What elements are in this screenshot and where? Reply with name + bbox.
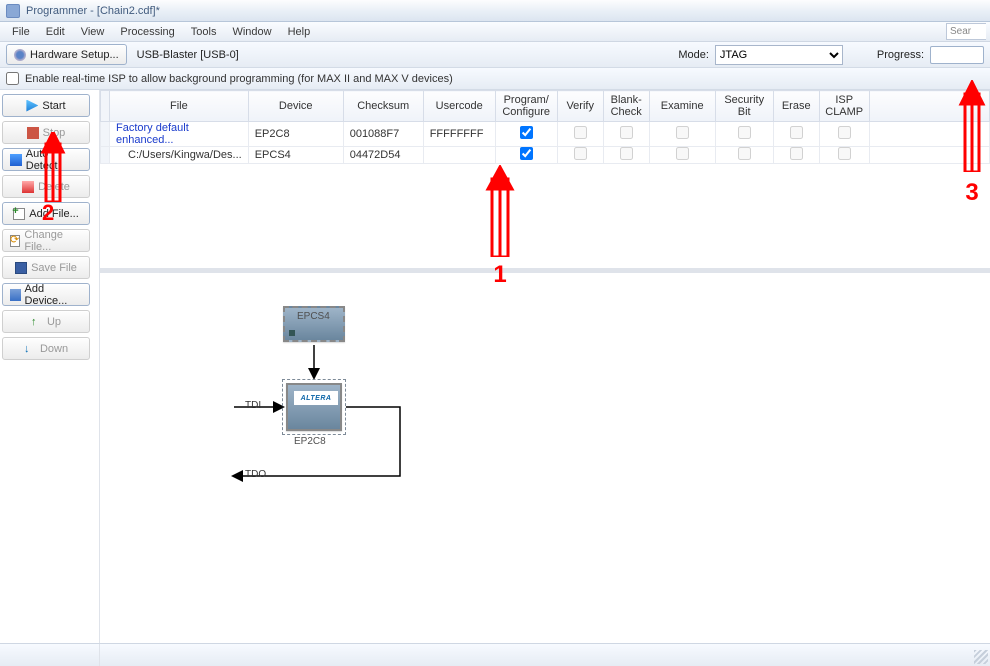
resize-grip[interactable] (974, 650, 988, 664)
progress-label: Progress: (877, 49, 924, 61)
app-icon (6, 4, 20, 18)
isp-checkbox (838, 147, 851, 160)
menu-window[interactable]: Window (224, 23, 279, 41)
chip-ep2c8[interactable]: ALTERA (286, 383, 342, 431)
menu-bar: File Edit View Processing Tools Window H… (0, 22, 990, 42)
col-checksum[interactable]: Checksum (343, 91, 423, 122)
altera-logo: ALTERA (294, 391, 338, 405)
tdo-label: TDO (245, 469, 266, 480)
status-bar (0, 643, 990, 666)
hardware-setup-button[interactable]: Hardware Setup... (6, 44, 127, 65)
sidebar: Start Stop Auto Detect Delete Add File..… (0, 90, 100, 643)
auto-detect-button[interactable]: Auto Detect (2, 148, 90, 171)
table-row[interactable]: C:/Users/Kingwa/Des... EPCS4 04472D54 (101, 147, 990, 164)
play-icon (26, 100, 38, 112)
cell-usercode (423, 147, 495, 164)
start-button[interactable]: Start (2, 94, 90, 117)
realtime-isp-checkbox[interactable] (6, 72, 19, 85)
down-icon (24, 343, 36, 355)
add-device-button[interactable]: Add Device... (2, 283, 90, 306)
delete-icon (22, 181, 34, 193)
col-file[interactable]: File (110, 91, 249, 122)
mode-select[interactable]: JTAG (715, 45, 843, 65)
col-spacer (869, 91, 989, 122)
program-checkbox[interactable] (520, 147, 533, 160)
hardware-status: USB-Blaster [USB-0] (137, 49, 239, 61)
cell-device: EPCS4 (248, 147, 343, 164)
erase-checkbox (790, 126, 803, 139)
chip-ep2c8-label: EP2C8 (294, 436, 326, 447)
cell-checksum: 001088F7 (343, 122, 423, 147)
blank-checkbox (620, 126, 633, 139)
col-device[interactable]: Device (248, 91, 343, 122)
up-icon (31, 316, 43, 328)
window-title: Programmer - [Chain2.cdf]* (26, 5, 160, 17)
search-input[interactable]: Sear (946, 23, 986, 40)
device-grid: File Device Checksum Usercode Program/ C… (100, 90, 990, 272)
examine-checkbox (676, 147, 689, 160)
grid-header-row: File Device Checksum Usercode Program/ C… (101, 91, 990, 122)
table-row[interactable]: Factory default enhanced... EP2C8 001088… (101, 122, 990, 147)
stop-icon (27, 127, 39, 139)
title-bar: Programmer - [Chain2.cdf]* (0, 0, 990, 22)
security-checkbox (738, 147, 751, 160)
down-button[interactable]: Down (2, 337, 90, 360)
menu-file[interactable]: File (4, 23, 38, 41)
toolbar: Hardware Setup... USB-Blaster [USB-0] Mo… (0, 42, 990, 68)
add-file-icon (13, 208, 25, 220)
save-file-button[interactable]: Save File (2, 256, 90, 279)
col-erase[interactable]: Erase (773, 91, 819, 122)
cell-file[interactable]: C:/Users/Kingwa/Des... (110, 147, 249, 164)
examine-checkbox (676, 126, 689, 139)
erase-checkbox (790, 147, 803, 160)
col-verify[interactable]: Verify (557, 91, 603, 122)
add-file-button[interactable]: Add File... (2, 202, 90, 225)
option-row: Enable real-time ISP to allow background… (0, 68, 990, 90)
stop-button[interactable]: Stop (2, 121, 90, 144)
hardware-setup-label: Hardware Setup... (30, 49, 119, 61)
chip-epcs4-label: EPCS4 (297, 311, 330, 322)
security-checkbox (738, 126, 751, 139)
add-device-icon (10, 289, 21, 301)
col-usercode[interactable]: Usercode (423, 91, 495, 122)
menu-edit[interactable]: Edit (38, 23, 73, 41)
col-security-bit[interactable]: Security Bit (715, 91, 773, 122)
menu-view[interactable]: View (73, 23, 113, 41)
pin1-indicator (289, 330, 295, 336)
col-isp-clamp[interactable]: ISP CLAMP (819, 91, 869, 122)
menu-help[interactable]: Help (280, 23, 319, 41)
chain-diagram[interactable]: EPCS4 ALTERA EP2C8 TDI TDO (100, 272, 990, 643)
change-file-icon (10, 235, 20, 247)
cell-checksum: 04472D54 (343, 147, 423, 164)
isp-checkbox (838, 126, 851, 139)
col-blank-check[interactable]: Blank- Check (603, 91, 649, 122)
cell-device: EP2C8 (248, 122, 343, 147)
menu-tools[interactable]: Tools (183, 23, 225, 41)
cell-file[interactable]: Factory default enhanced... (110, 122, 249, 147)
verify-checkbox (574, 126, 587, 139)
gear-icon (14, 49, 26, 61)
detect-icon (10, 154, 22, 166)
menu-processing[interactable]: Processing (112, 23, 182, 41)
program-checkbox[interactable] (520, 126, 533, 139)
grid-corner (101, 91, 110, 122)
verify-checkbox (574, 147, 587, 160)
progress-bar (930, 46, 984, 64)
tdi-label: TDI (245, 400, 261, 411)
up-button[interactable]: Up (2, 310, 90, 333)
mode-label: Mode: (678, 49, 709, 61)
wires (100, 273, 990, 493)
delete-button[interactable]: Delete (2, 175, 90, 198)
chip-epcs4[interactable]: EPCS4 (283, 306, 345, 342)
cell-usercode: FFFFFFFF (423, 122, 495, 147)
col-examine[interactable]: Examine (649, 91, 715, 122)
realtime-isp-label: Enable real-time ISP to allow background… (25, 73, 453, 85)
blank-checkbox (620, 147, 633, 160)
col-program[interactable]: Program/ Configure (495, 91, 557, 122)
change-file-button[interactable]: Change File... (2, 229, 90, 252)
save-icon (15, 262, 27, 274)
